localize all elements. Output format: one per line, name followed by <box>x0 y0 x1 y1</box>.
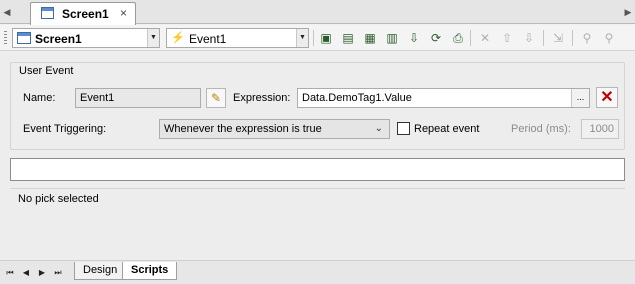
close-tab-icon[interactable]: × <box>120 6 127 20</box>
expression-browse-button[interactable]: ... <box>571 89 589 107</box>
import-icon[interactable]: ⇩ <box>405 29 423 47</box>
screen-icon <box>41 7 54 19</box>
rename-button[interactable]: ✎ <box>206 88 226 108</box>
screen-properties-icon[interactable]: ▦ <box>361 29 379 47</box>
name-value: Event1 <box>80 92 115 104</box>
expression-value: Data.DemoTag1.Value <box>302 92 412 104</box>
repeat-event-checkbox[interactable] <box>397 122 410 135</box>
toolbar-separator <box>313 30 314 46</box>
print-icon[interactable]: ⎙ <box>449 29 467 47</box>
find-replace-icon[interactable]: ⚲ <box>600 29 618 47</box>
event-editor: User Event Name: Event1 ✎ Expression: Da… <box>0 52 635 260</box>
scroll-tabs-right-icon[interactable]: ▶ <box>623 6 633 18</box>
next-tab-icon[interactable]: ▶ <box>36 267 48 279</box>
event-selector-value: Event1 <box>189 32 227 46</box>
find-icon[interactable]: ⚲ <box>578 29 596 47</box>
period-label: Period (ms): <box>511 123 571 135</box>
delete-event-button[interactable]: ✕ <box>596 87 618 108</box>
toolbar-grip[interactable] <box>4 31 7 45</box>
screen-selector-value: Screen1 <box>35 32 82 46</box>
scroll-tabs-left-icon[interactable]: ◀ <box>2 6 12 18</box>
event-triggering-value: Whenever the expression is true <box>164 123 322 135</box>
event-selector[interactable]: ⚡ Event1 ▼ <box>166 28 309 48</box>
chevron-down-icon[interactable]: ▼ <box>296 29 308 47</box>
period-value: 1000 <box>589 123 614 135</box>
user-event-group: User Event Name: Event1 ✎ Expression: Da… <box>10 62 625 150</box>
move-up-icon[interactable]: ⇧ <box>498 29 516 47</box>
script-expression-bar[interactable] <box>10 158 625 181</box>
toolbar-separator <box>470 30 471 46</box>
event-triggering-label: Event Triggering: <box>23 123 107 135</box>
event-triggering-select[interactable]: Whenever the expression is true ⌄ <box>159 119 390 139</box>
refresh-icon[interactable]: ⟳ <box>427 29 445 47</box>
delete-icon[interactable]: ✕ <box>476 29 494 47</box>
pick-panel: No pick selected <box>10 188 625 256</box>
pick-status-text: No pick selected <box>18 193 99 205</box>
bottom-tab-bar: ⏮ ◀ ▶ ⏭ Design Scripts <box>0 260 635 284</box>
toolbar-separator <box>572 30 573 46</box>
screen-icon <box>17 32 31 44</box>
screen-selector[interactable]: Screen1 ▼ <box>12 28 160 48</box>
expression-field[interactable]: Data.DemoTag1.Value ... <box>297 88 590 108</box>
trace-icon[interactable]: ⇲ <box>549 29 567 47</box>
name-field[interactable]: Event1 <box>75 88 201 108</box>
document-tab-strip: ◀ Screen1 × ▶ <box>0 0 635 25</box>
tab-design[interactable]: Design <box>74 262 127 280</box>
add-event-icon[interactable]: ▣ <box>317 29 335 47</box>
expression-label: Expression: <box>233 92 291 104</box>
pencil-icon: ✎ <box>210 91 222 105</box>
tab-scripts[interactable]: Scripts <box>122 262 178 280</box>
previous-tab-icon[interactable]: ◀ <box>20 267 32 279</box>
group-title: User Event <box>17 65 76 77</box>
toolbar-separator <box>543 30 544 46</box>
repeat-event-label[interactable]: Repeat event <box>414 123 479 135</box>
chevron-down-icon: ⌄ <box>374 123 383 134</box>
first-tab-icon[interactable]: ⏮ <box>4 267 16 279</box>
toolbar: Screen1 ▼ ⚡ Event1 ▼ ▣ ▤ ▦ ▥ ⇩ ⟳ ⎙ ✕ ⇧ ⇩… <box>0 25 635 51</box>
event-icon: ⚡ <box>171 32 185 44</box>
period-field[interactable]: 1000 <box>581 119 619 139</box>
tab-screen1[interactable]: Screen1 × <box>30 2 136 25</box>
name-label: Name: <box>23 92 56 104</box>
move-down-icon[interactable]: ⇩ <box>520 29 538 47</box>
tab-label: Screen1 <box>62 7 109 21</box>
last-tab-icon[interactable]: ⏭ <box>52 267 64 279</box>
add-item-icon[interactable]: ▤ <box>339 29 357 47</box>
chevron-down-icon[interactable]: ▼ <box>147 29 159 47</box>
close-icon: ✕ <box>600 89 614 106</box>
add-script-icon[interactable]: ▥ <box>383 29 401 47</box>
